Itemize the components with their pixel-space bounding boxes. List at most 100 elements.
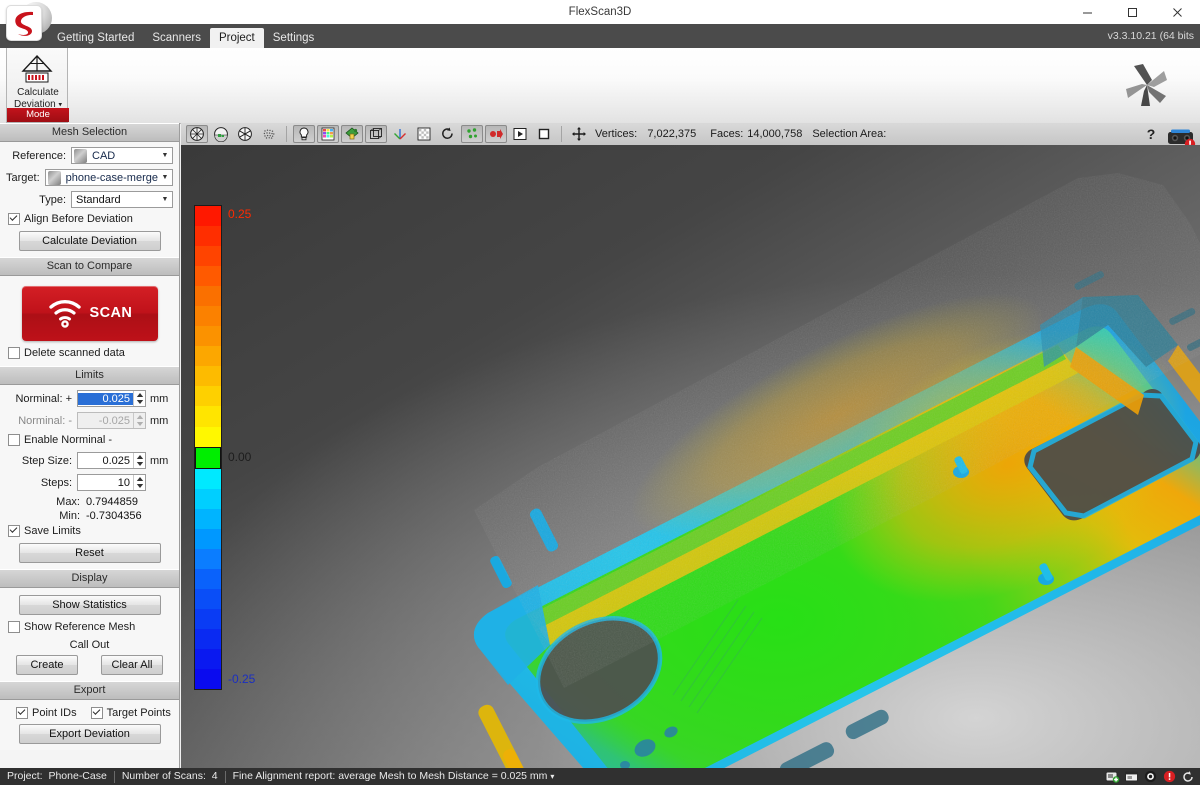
- align-before-deviation-label: Align Before Deviation: [24, 213, 133, 225]
- point-cloud-icon[interactable]: [258, 125, 280, 143]
- tab-settings[interactable]: Settings: [264, 28, 324, 48]
- chevron-down-icon[interactable]: ▼: [158, 152, 172, 159]
- stepper-arrows-icon[interactable]: [133, 453, 145, 468]
- left-sidebar: Mesh Selection Reference: CAD ▼ Target: …: [0, 123, 180, 768]
- tab-getting-started[interactable]: Getting Started: [48, 28, 143, 48]
- step-size-label: Step Size:: [6, 455, 77, 467]
- status-project: Project: Phone-Case: [0, 768, 114, 785]
- checkbox-box: [16, 707, 28, 719]
- calculate-deviation-button[interactable]: Calculate Deviation: [19, 231, 161, 251]
- steps-label: Steps:: [6, 477, 77, 489]
- reference-dropdown[interactable]: CAD ▼: [71, 147, 173, 164]
- ribbon-bar: Calculate Deviation ▾ Mode: [0, 48, 1200, 124]
- window-title: FlexScan3D: [0, 0, 1200, 24]
- brand-watermark-icon: [1116, 54, 1178, 116]
- status-scans-label: Number of Scans:: [122, 770, 206, 782]
- step-size-input[interactable]: 0.025: [78, 455, 133, 467]
- step-size-stepper[interactable]: 0.025: [77, 452, 146, 469]
- viewport-toolbar: Vertices: 7,022,375 Faces: 14,000,758 Se…: [181, 123, 1200, 146]
- save-limits-label: Save Limits: [24, 525, 81, 537]
- chevron-down-icon[interactable]: ▼: [158, 174, 172, 181]
- error-icon[interactable]: [1160, 768, 1179, 785]
- max-value: 0.7944859: [86, 496, 138, 508]
- point-ids-checkbox[interactable]: Point IDs: [16, 707, 77, 719]
- viewport: Vertices: 7,022,375 Faces: 14,000,758 Se…: [181, 123, 1200, 768]
- type-dropdown[interactable]: Standard ▼: [71, 191, 173, 208]
- status-report[interactable]: Fine Alignment report: average Mesh to M…: [226, 768, 562, 785]
- checker-background-icon[interactable]: [413, 125, 435, 143]
- show-reference-mesh-label: Show Reference Mesh: [24, 621, 135, 633]
- show-statistics-button[interactable]: Show Statistics: [19, 595, 161, 615]
- align-before-deviation-checkbox[interactable]: Align Before Deviation: [8, 213, 173, 225]
- add-scan-icon[interactable]: [1103, 768, 1122, 785]
- delete-scanned-data-checkbox[interactable]: Delete scanned data: [8, 347, 173, 359]
- target-icon[interactable]: [1141, 768, 1160, 785]
- tab-project[interactable]: Project: [210, 28, 264, 48]
- tab-scanners[interactable]: Scanners: [143, 28, 210, 48]
- app-logo: [6, 2, 50, 42]
- reference-value: CAD: [90, 150, 158, 162]
- stop-icon[interactable]: [533, 125, 555, 143]
- nominal-minus-unit: mm: [150, 415, 168, 427]
- select-points-icon[interactable]: [461, 125, 483, 143]
- color-palette-icon[interactable]: [317, 125, 339, 143]
- steps-input[interactable]: 10: [78, 477, 133, 489]
- target-points-checkbox[interactable]: Target Points: [91, 707, 171, 719]
- chevron-down-icon[interactable]: ▼: [158, 196, 172, 203]
- call-out-buttons: Create Clear All: [6, 655, 173, 675]
- reset-button[interactable]: Reset: [19, 543, 161, 563]
- mesh-selection-panel: Reference: CAD ▼ Target: phone-case-merg…: [0, 142, 179, 257]
- nominal-plus-stepper[interactable]: 0.025: [77, 390, 146, 407]
- stepper-arrows-icon[interactable]: [133, 391, 145, 406]
- 3d-canvas[interactable]: 0.25 0.00 -0.25: [181, 145, 1200, 768]
- mode-button-label-line1: Calculate: [7, 87, 69, 98]
- chevron-down-icon[interactable]: ▾: [550, 772, 554, 781]
- enable-nominal-minus-label: Enable Norminal -: [24, 434, 112, 446]
- stepper-arrows-icon[interactable]: [133, 475, 145, 490]
- pan-move-icon[interactable]: [568, 125, 590, 143]
- scan-button-label: SCAN: [90, 286, 150, 341]
- reset-view-icon[interactable]: [437, 125, 459, 143]
- help-icon[interactable]: ?: [1142, 125, 1160, 143]
- display-panel: Show Statistics Show Reference Mesh Call…: [0, 588, 179, 681]
- faces-value: 14,000,758: [746, 128, 802, 140]
- mesh-thumbnail-icon: [48, 171, 61, 185]
- undo-icon[interactable]: [1179, 768, 1198, 785]
- min-row: Min: -0.7304356: [6, 510, 173, 522]
- target-row: Target: phone-case-merge ▼: [6, 169, 173, 186]
- calculate-deviation-mode-button[interactable]: Calculate Deviation ▾ Mode: [6, 48, 68, 123]
- mesh-wireframe-icon[interactable]: [234, 125, 256, 143]
- close-button[interactable]: [1155, 0, 1200, 24]
- maximize-button[interactable]: [1110, 0, 1155, 24]
- enable-nominal-minus-checkbox[interactable]: Enable Norminal -: [8, 434, 173, 446]
- steps-stepper[interactable]: 10: [77, 474, 146, 491]
- checkbox-box: [8, 434, 20, 446]
- max-row: Max: 0.7944859: [6, 496, 173, 508]
- mesh-textured-icon[interactable]: [210, 125, 232, 143]
- title-bar: FlexScan3D: [0, 0, 1200, 25]
- scan-button[interactable]: SCAN: [22, 286, 158, 341]
- create-button[interactable]: Create: [16, 655, 78, 675]
- menu-strip: Getting Started Scanners Project Setting…: [0, 24, 1200, 48]
- play-icon[interactable]: [509, 125, 531, 143]
- nominal-plus-label: Norminal: +: [6, 393, 77, 405]
- group-header-export: Export: [0, 681, 179, 700]
- axis-triad-icon[interactable]: [389, 125, 411, 143]
- minimize-button[interactable]: [1065, 0, 1110, 24]
- light-bulb-icon[interactable]: [293, 125, 315, 143]
- window-icon[interactable]: [1122, 768, 1141, 785]
- checkbox-box: [8, 213, 20, 225]
- save-limits-checkbox[interactable]: Save Limits: [8, 525, 173, 537]
- mesh-shaded-icon[interactable]: [186, 125, 208, 143]
- target-dropdown[interactable]: phone-case-merge ▼: [45, 169, 173, 186]
- deviation-mesh-model[interactable]: [181, 145, 1200, 768]
- nominal-plus-input[interactable]: 0.025: [78, 393, 133, 405]
- export-deviation-button[interactable]: Export Deviation: [19, 724, 161, 744]
- show-reference-mesh-checkbox[interactable]: Show Reference Mesh: [8, 621, 173, 633]
- bounding-box-icon[interactable]: [365, 125, 387, 143]
- point-ids-label: Point IDs: [32, 707, 77, 719]
- align-icon[interactable]: [485, 125, 507, 143]
- clear-all-button[interactable]: Clear All: [101, 655, 163, 675]
- scan-view-icon[interactable]: [341, 125, 363, 143]
- nominal-minus-stepper: -0.025: [77, 412, 146, 429]
